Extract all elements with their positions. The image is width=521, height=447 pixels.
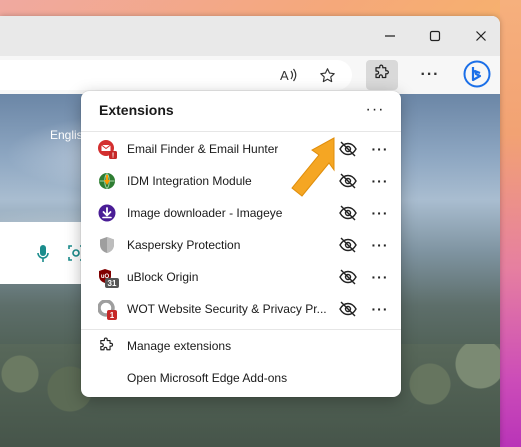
divider: [81, 131, 401, 132]
hide-from-toolbar-icon[interactable]: [338, 268, 358, 286]
title-bar: [0, 16, 500, 56]
hide-from-toolbar-icon[interactable]: [338, 236, 358, 254]
hide-from-toolbar-icon[interactable]: [338, 140, 358, 158]
extensions-button[interactable]: [366, 60, 398, 90]
extension-more-options-icon[interactable]: ···: [369, 170, 391, 192]
extension-name: Image downloader - Imageye: [127, 206, 283, 220]
divider: [81, 329, 401, 330]
manage-extensions-link[interactable]: Manage extensions: [81, 331, 401, 361]
star-icon[interactable]: [315, 64, 339, 86]
popup-more-options-icon[interactable]: ···: [363, 99, 387, 121]
extension-more-options-icon[interactable]: ···: [369, 202, 391, 224]
extension-row-email-finder[interactable]: ! Email Finder & Email Hunter ···: [81, 133, 401, 165]
maximize-icon[interactable]: [423, 24, 447, 48]
extension-more-options-icon[interactable]: ···: [369, 266, 391, 288]
imageye-icon: [98, 204, 116, 222]
bing-icon[interactable]: [462, 56, 492, 92]
close-icon[interactable]: [469, 24, 493, 48]
highlight-arrow: [288, 136, 338, 206]
extension-name: IDM Integration Module: [127, 174, 252, 188]
extension-more-options-icon[interactable]: ···: [369, 138, 391, 160]
popup-title: Extensions: [99, 102, 174, 118]
browser-toolbar: A ···: [0, 56, 500, 94]
extension-name: Kaspersky Protection: [127, 238, 241, 252]
kaspersky-icon: [98, 236, 116, 254]
hide-from-toolbar-icon[interactable]: [338, 172, 358, 190]
puzzle-icon: [373, 64, 391, 87]
idm-icon: [98, 172, 116, 190]
language-link[interactable]: Englis: [50, 128, 83, 142]
puzzle-icon: [98, 337, 116, 355]
microphone-icon[interactable]: [36, 244, 50, 264]
svg-text:!: !: [112, 153, 114, 160]
extension-name: uBlock Origin: [127, 270, 199, 284]
email-finder-icon: !: [98, 140, 117, 160]
extension-row-ublock[interactable]: uO 31 uBlock Origin ···: [81, 261, 401, 293]
open-edge-addons-link[interactable]: Open Microsoft Edge Add-ons: [81, 363, 401, 393]
extensions-popup: Extensions ··· ! Email Finder & Email Hu…: [81, 91, 401, 397]
minimize-icon[interactable]: [378, 24, 402, 48]
extension-more-options-icon[interactable]: ···: [369, 234, 391, 256]
hide-from-toolbar-icon[interactable]: [338, 204, 358, 222]
open-addons-label: Open Microsoft Edge Add-ons: [127, 371, 288, 385]
svg-text:A: A: [280, 68, 289, 83]
hide-from-toolbar-icon[interactable]: [338, 300, 358, 318]
ublock-badge: 31: [105, 278, 119, 288]
manage-extensions-label: Manage extensions: [127, 339, 232, 353]
extension-row-idm[interactable]: IDM Integration Module ···: [81, 165, 401, 197]
extension-row-wot[interactable]: 1 WOT Website Security & Privacy Pr... ·…: [81, 293, 401, 325]
wot-badge: 1: [107, 310, 117, 320]
extension-row-imageye[interactable]: Image downloader - Imageye ···: [81, 197, 401, 229]
extension-name: WOT Website Security & Privacy Pr...: [127, 302, 327, 316]
extension-more-options-icon[interactable]: ···: [369, 298, 391, 320]
extension-row-kaspersky[interactable]: Kaspersky Protection ···: [81, 229, 401, 261]
address-bar[interactable]: A: [0, 60, 352, 90]
more-icon[interactable]: ···: [418, 64, 442, 86]
read-aloud-icon[interactable]: A: [277, 64, 301, 86]
desktop-wallpaper: [500, 0, 521, 447]
extension-name: Email Finder & Email Hunter: [127, 142, 279, 156]
